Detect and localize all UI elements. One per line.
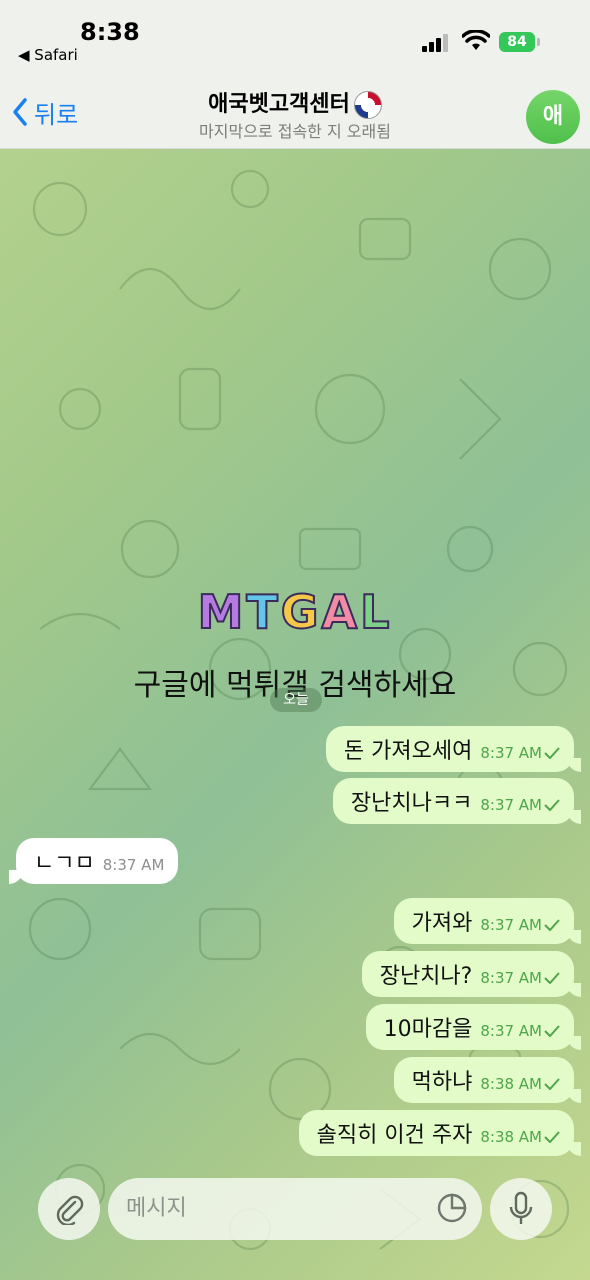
mtgal-watermark: MTGAL <box>0 584 590 640</box>
message-bubble-outgoing[interactable]: 솔직히 이건 주자 8:38 AM <box>298 1110 582 1156</box>
message-text: 장난치나? <box>379 964 473 989</box>
battery-icon: 84 <box>499 32 535 52</box>
message-time: 8:37 AM <box>102 856 165 874</box>
message-time: 8:38 AM <box>480 1075 542 1093</box>
check-icon <box>544 747 560 759</box>
message-input[interactable]: 메시지 <box>108 1178 482 1240</box>
korea-flag-icon <box>353 91 382 119</box>
message-bubble-incoming[interactable]: ㄴㄱㅁ 8:37 AM <box>8 838 179 884</box>
message-text: 10마감을 <box>383 1017 473 1042</box>
chat-status: 마지막으로 접속한 지 오래됨 <box>199 122 391 141</box>
message-time: 8:37 AM <box>480 744 542 762</box>
composer: 메시지 <box>0 1160 590 1280</box>
message-bubble-outgoing[interactable]: 장난치나? 8:37 AM <box>361 951 582 997</box>
chat-header: 뒤로 애국벳고객센터 마지막으로 접속한 지 오래됨 애 <box>0 70 590 149</box>
mtgal-logo: MTGAL <box>197 584 393 640</box>
message-text: ㄴㄱㅁ <box>34 851 95 876</box>
message-text: 솔직히 이건 주자 <box>316 1123 473 1148</box>
check-icon <box>544 1078 560 1090</box>
avatar[interactable]: 애 <box>526 90 580 144</box>
battery-tip <box>537 38 540 46</box>
message-placeholder: 메시지 <box>126 1196 187 1221</box>
check-icon <box>544 799 560 811</box>
message-time: 8:38 AM <box>480 1128 542 1146</box>
return-to-safari-link[interactable]: ◀ Safari <box>18 46 78 64</box>
chat-title-text: 애국벳고객센터 <box>208 92 350 117</box>
message-bubble-outgoing[interactable]: 10마감을 8:37 AM <box>365 1004 582 1050</box>
wifi-icon <box>462 30 490 50</box>
message-time: 8:37 AM <box>480 969 542 987</box>
check-icon <box>544 1025 560 1037</box>
message-text: 돈 가져오세여 <box>343 739 473 764</box>
message-text: 장난치나ㅋㅋ <box>350 791 473 816</box>
check-icon <box>544 919 560 931</box>
status-bar: 8:38 ◀ Safari 84 <box>0 0 590 70</box>
check-icon <box>544 972 560 984</box>
paperclip-icon <box>56 1195 84 1225</box>
message-text: 먹하냐 <box>411 1070 473 1095</box>
chat-title[interactable]: 애국벳고객센터 <box>0 86 590 119</box>
clock: 8:38 <box>80 18 140 46</box>
message-time: 8:37 AM <box>480 916 542 934</box>
message-bubble-outgoing[interactable]: 가져와 8:37 AM <box>393 898 582 944</box>
message-time: 8:37 AM <box>480 1022 542 1040</box>
message-bubble-outgoing[interactable]: 먹하냐 8:38 AM <box>393 1057 582 1103</box>
check-icon <box>544 1131 560 1143</box>
attach-button[interactable] <box>38 1178 100 1240</box>
date-separator: 오늘 <box>270 688 322 712</box>
microphone-icon <box>509 1191 533 1224</box>
message-bubble-outgoing[interactable]: 장난치나ㅋㅋ 8:37 AM <box>332 778 582 824</box>
message-bubble-outgoing[interactable]: 돈 가져오세여 8:37 AM <box>325 726 582 772</box>
signal-icon <box>422 34 452 52</box>
message-time: 8:37 AM <box>480 796 542 814</box>
microphone-button[interactable] <box>490 1178 552 1240</box>
sticker-icon[interactable] <box>436 1192 468 1224</box>
message-text: 가져와 <box>411 911 473 936</box>
